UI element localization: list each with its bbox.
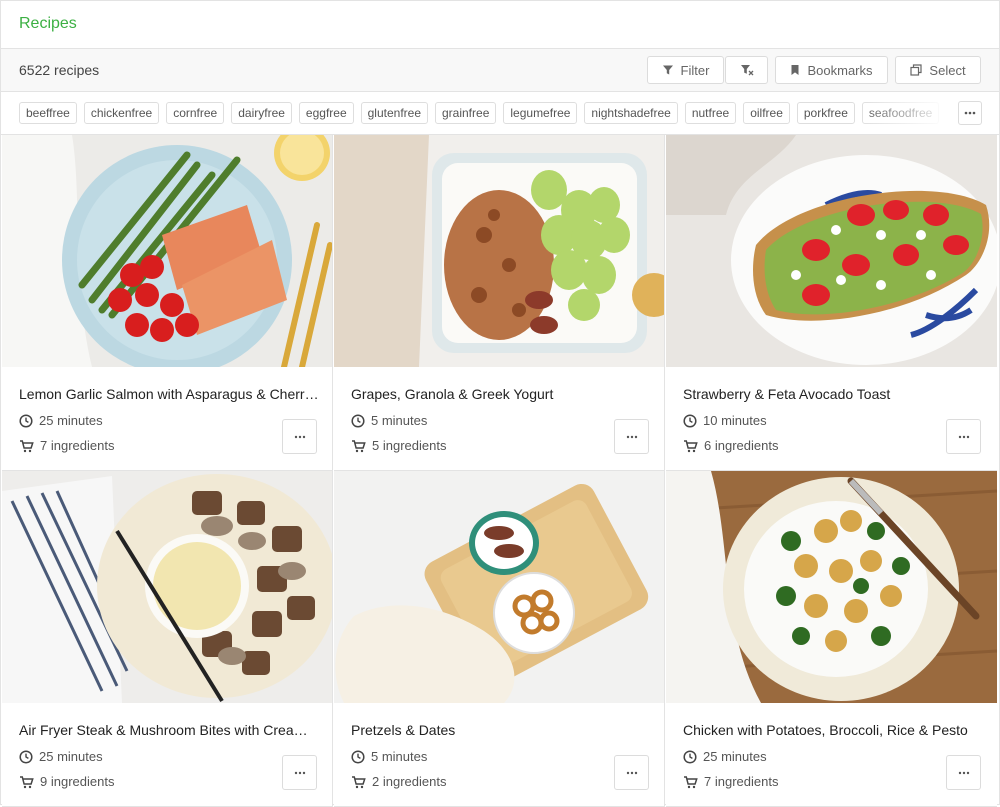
recipe-card[interactable]: Grapes, Granola & Greek Yogurt 5 minutes… <box>334 135 665 471</box>
recipe-title[interactable]: Grapes, Granola & Greek Yogurt <box>351 386 651 402</box>
recipe-time-label: 10 minutes <box>703 413 767 428</box>
select-icon <box>910 64 923 76</box>
more-tags-button[interactable] <box>958 101 982 125</box>
recipe-title[interactable]: Strawberry & Feta Avocado Toast <box>683 386 983 402</box>
tag-chip[interactable]: legumefree <box>503 102 578 124</box>
filter-button[interactable]: Filter <box>647 56 724 84</box>
recipe-more-button[interactable] <box>282 419 317 454</box>
page-title: Recipes <box>19 15 77 32</box>
recipe-ingredients: 6 ingredients <box>683 438 778 453</box>
tag-chip[interactable]: nutfree <box>684 102 737 124</box>
recipe-time: 10 minutes <box>683 413 767 428</box>
more-dots-icon <box>626 435 637 438</box>
clear-filter-button[interactable] <box>725 56 768 84</box>
recipe-time-label: 25 minutes <box>39 749 103 764</box>
recipe-time-label: 5 minutes <box>371 749 428 764</box>
clock-icon <box>683 749 697 764</box>
tag-chip[interactable]: oilfree <box>743 102 790 124</box>
more-dots-icon <box>958 771 969 774</box>
clock-icon <box>19 413 33 428</box>
recipe-more-button[interactable] <box>614 755 649 790</box>
recipe-title[interactable]: Chicken with Potatoes, Broccoli, Rice & … <box>683 722 983 738</box>
recipe-ingredients: 2 ingredients <box>351 774 446 789</box>
recipe-ingredients-label: 2 ingredients <box>372 774 447 789</box>
tag-chip[interactable]: glutenfree <box>360 102 428 124</box>
bookmarks-label: Bookmarks <box>807 62 873 78</box>
recipes-panel: Recipes 6522 recipes Filter Bookmarks Se… <box>0 0 1000 807</box>
tag-chip[interactable]: nightshadefree <box>584 102 678 124</box>
recipe-ingredients-label: 7 ingredients <box>704 774 779 789</box>
recipe-more-button[interactable] <box>282 755 317 790</box>
clear-filter-icon <box>740 65 753 76</box>
toolbar: 6522 recipes Filter Bookmarks Select <box>1 49 999 92</box>
tag-chip[interactable]: chickenfree <box>83 102 160 124</box>
recipe-ingredients: 7 ingredients <box>19 438 114 453</box>
recipe-photo <box>666 471 997 703</box>
recipe-title[interactable]: Air Fryer Steak & Mushroom Bites with Cr… <box>19 722 319 738</box>
recipe-more-button[interactable] <box>946 419 981 454</box>
cart-icon <box>684 439 698 452</box>
recipe-card[interactable]: Air Fryer Steak & Mushroom Bites with Cr… <box>2 471 333 807</box>
tag-filter-bar: beeffree chickenfree cornfree dairyfree eggf… <box>1 92 999 135</box>
recipe-more-button[interactable] <box>614 419 649 454</box>
recipe-time-label: 25 minutes <box>703 749 767 764</box>
clock-icon <box>351 413 365 428</box>
clock-icon <box>19 749 33 764</box>
select-button[interactable]: Select <box>895 56 981 84</box>
tag-chip[interactable]: dairyfree <box>231 102 292 124</box>
more-dots-icon <box>958 435 969 438</box>
recipe-time-label: 25 minutes <box>39 413 103 428</box>
bookmark-icon <box>791 65 799 75</box>
recipe-photo <box>2 471 332 703</box>
cart-icon <box>352 775 366 788</box>
tag-chip[interactable]: porkfree <box>796 102 855 124</box>
more-dots-icon <box>294 435 305 438</box>
recipe-card[interactable]: Chicken with Potatoes, Broccoli, Rice & … <box>666 471 997 807</box>
recipe-ingredients-label: 5 ingredients <box>372 438 447 453</box>
clock-icon <box>351 749 365 764</box>
more-dots-icon <box>626 771 637 774</box>
recipe-photo <box>666 135 997 367</box>
recipe-time: 25 minutes <box>683 749 767 764</box>
recipe-ingredients: 5 ingredients <box>351 438 446 453</box>
recipe-title[interactable]: Lemon Garlic Salmon with Asparagus & Che… <box>19 386 319 402</box>
recipe-ingredients-label: 7 ingredients <box>40 438 115 453</box>
recipe-time: 25 minutes <box>19 413 103 428</box>
tag-chip[interactable]: grainfree <box>435 102 497 124</box>
tag-chip[interactable]: beeffree <box>19 102 77 124</box>
recipe-photo <box>334 135 664 367</box>
cart-icon <box>20 439 34 452</box>
bookmarks-button[interactable]: Bookmarks <box>775 56 888 84</box>
recipe-time-label: 5 minutes <box>371 413 428 428</box>
recipe-count: 6522 recipes <box>19 62 100 78</box>
tag-list: beeffree chickenfree cornfree dairyfree eggf… <box>19 102 951 126</box>
more-dots-icon <box>964 111 976 115</box>
recipe-photo <box>2 135 332 367</box>
recipe-card[interactable]: Pretzels & Dates 5 minutes 2 ingredients <box>334 471 665 807</box>
header-bar: Recipes <box>1 1 999 49</box>
clock-icon <box>683 413 697 428</box>
recipe-ingredients-label: 6 ingredients <box>704 438 779 453</box>
filter-icon <box>662 65 673 75</box>
tag-chip[interactable]: cornfree <box>166 102 225 124</box>
select-label: Select <box>929 62 966 78</box>
recipe-ingredients: 7 ingredients <box>683 774 778 789</box>
recipe-title[interactable]: Pretzels & Dates <box>351 722 651 738</box>
tag-chip[interactable]: seafoodfree <box>861 102 940 124</box>
more-dots-icon <box>294 771 305 774</box>
cart-icon <box>20 775 34 788</box>
recipe-card[interactable]: Lemon Garlic Salmon with Asparagus & Che… <box>2 135 333 471</box>
recipe-more-button[interactable] <box>946 755 981 790</box>
recipe-time: 5 minutes <box>351 749 427 764</box>
recipe-time: 25 minutes <box>19 749 103 764</box>
tag-chip[interactable]: eggfree <box>298 102 354 124</box>
recipe-ingredients: 9 ingredients <box>19 774 114 789</box>
recipe-card[interactable]: Strawberry & Feta Avocado Toast 10 minut… <box>666 135 997 471</box>
recipe-photo <box>334 471 664 703</box>
recipe-ingredients-label: 9 ingredients <box>40 774 115 789</box>
cart-icon <box>352 439 366 452</box>
recipe-time: 5 minutes <box>351 413 427 428</box>
filter-label: Filter <box>680 62 710 78</box>
cart-icon <box>684 775 698 788</box>
